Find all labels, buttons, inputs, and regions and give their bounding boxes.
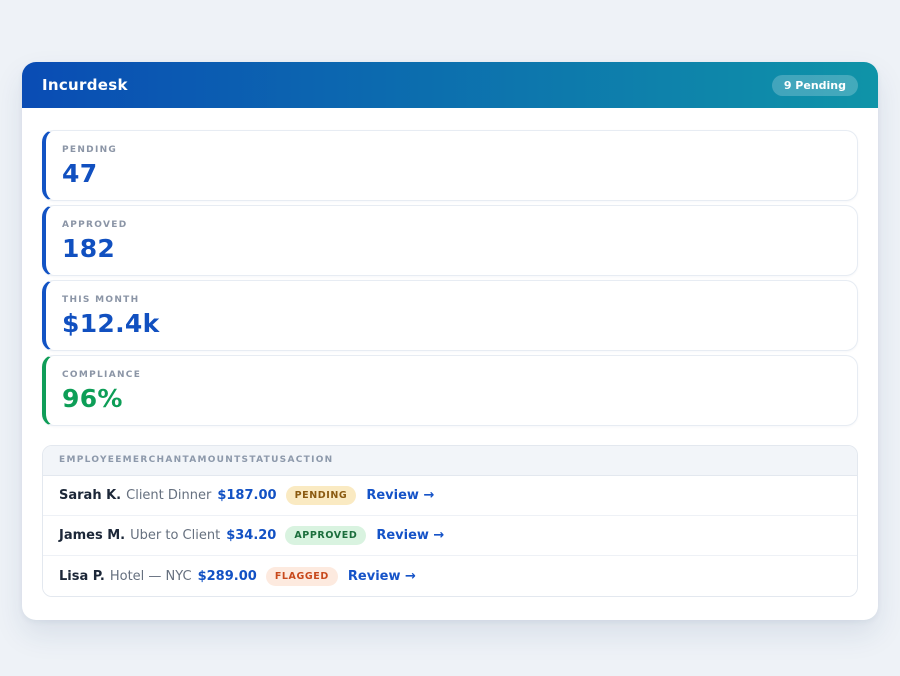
- table-row: Lisa P. Hotel — NYC $289.00 FLAGGED Revi…: [43, 556, 857, 596]
- amount: $34.20: [226, 528, 276, 543]
- merchant-name: Hotel — NYC: [110, 569, 192, 584]
- stat-label: THIS MONTH: [62, 295, 841, 305]
- expense-table: EMPLOYEEMERCHANTAMOUNTSTATUSACTION Sarah…: [42, 445, 858, 597]
- stat-card-this-month: THIS MONTH $12.4k: [42, 280, 858, 351]
- app-title: Incurdesk: [42, 76, 128, 94]
- column-header-amount: AMOUNT: [189, 455, 241, 465]
- table-header-row: EMPLOYEEMERCHANTAMOUNTSTATUSACTION: [43, 446, 857, 476]
- stat-value: 47: [62, 161, 841, 187]
- merchant-name: Uber to Client: [130, 528, 220, 543]
- employee-name: Sarah K.: [59, 488, 121, 503]
- review-link[interactable]: Review →: [366, 488, 434, 503]
- stat-card-compliance: COMPLIANCE 96%: [42, 355, 858, 426]
- stat-label: COMPLIANCE: [62, 370, 841, 380]
- stat-value: $12.4k: [62, 311, 841, 337]
- status-badge: FLAGGED: [266, 567, 338, 586]
- column-header-employee: EMPLOYEE: [59, 455, 123, 465]
- app-header: Incurdesk 9 Pending: [22, 62, 878, 108]
- stat-value: 182: [62, 236, 841, 262]
- status-badge: APPROVED: [285, 526, 366, 545]
- column-header-merchant: MERCHANT: [123, 455, 190, 465]
- stats-section: PENDING 47 APPROVED 182 THIS MONTH $12.4…: [22, 108, 878, 426]
- merchant-name: Client Dinner: [126, 488, 211, 503]
- header-pending-badge: 9 Pending: [772, 75, 858, 96]
- stat-card-approved: APPROVED 182: [42, 205, 858, 276]
- status-badge: PENDING: [286, 486, 357, 505]
- column-header-status: STATUS: [242, 455, 288, 465]
- stat-label: APPROVED: [62, 220, 841, 230]
- employee-name: Lisa P.: [59, 569, 105, 584]
- amount: $187.00: [217, 488, 276, 503]
- stat-value: 96%: [62, 386, 841, 412]
- stat-label: PENDING: [62, 145, 841, 155]
- column-header-action: ACTION: [287, 455, 333, 465]
- table-row: Sarah K. Client Dinner $187.00 PENDING R…: [43, 476, 857, 516]
- app-card: Incurdesk 9 Pending PENDING 47 APPROVED …: [22, 62, 878, 620]
- table-row: James M. Uber to Client $34.20 APPROVED …: [43, 516, 857, 556]
- review-link[interactable]: Review →: [376, 528, 444, 543]
- employee-name: James M.: [59, 528, 125, 543]
- review-link[interactable]: Review →: [348, 569, 416, 584]
- amount: $289.00: [198, 569, 257, 584]
- stat-card-pending: PENDING 47: [42, 130, 858, 201]
